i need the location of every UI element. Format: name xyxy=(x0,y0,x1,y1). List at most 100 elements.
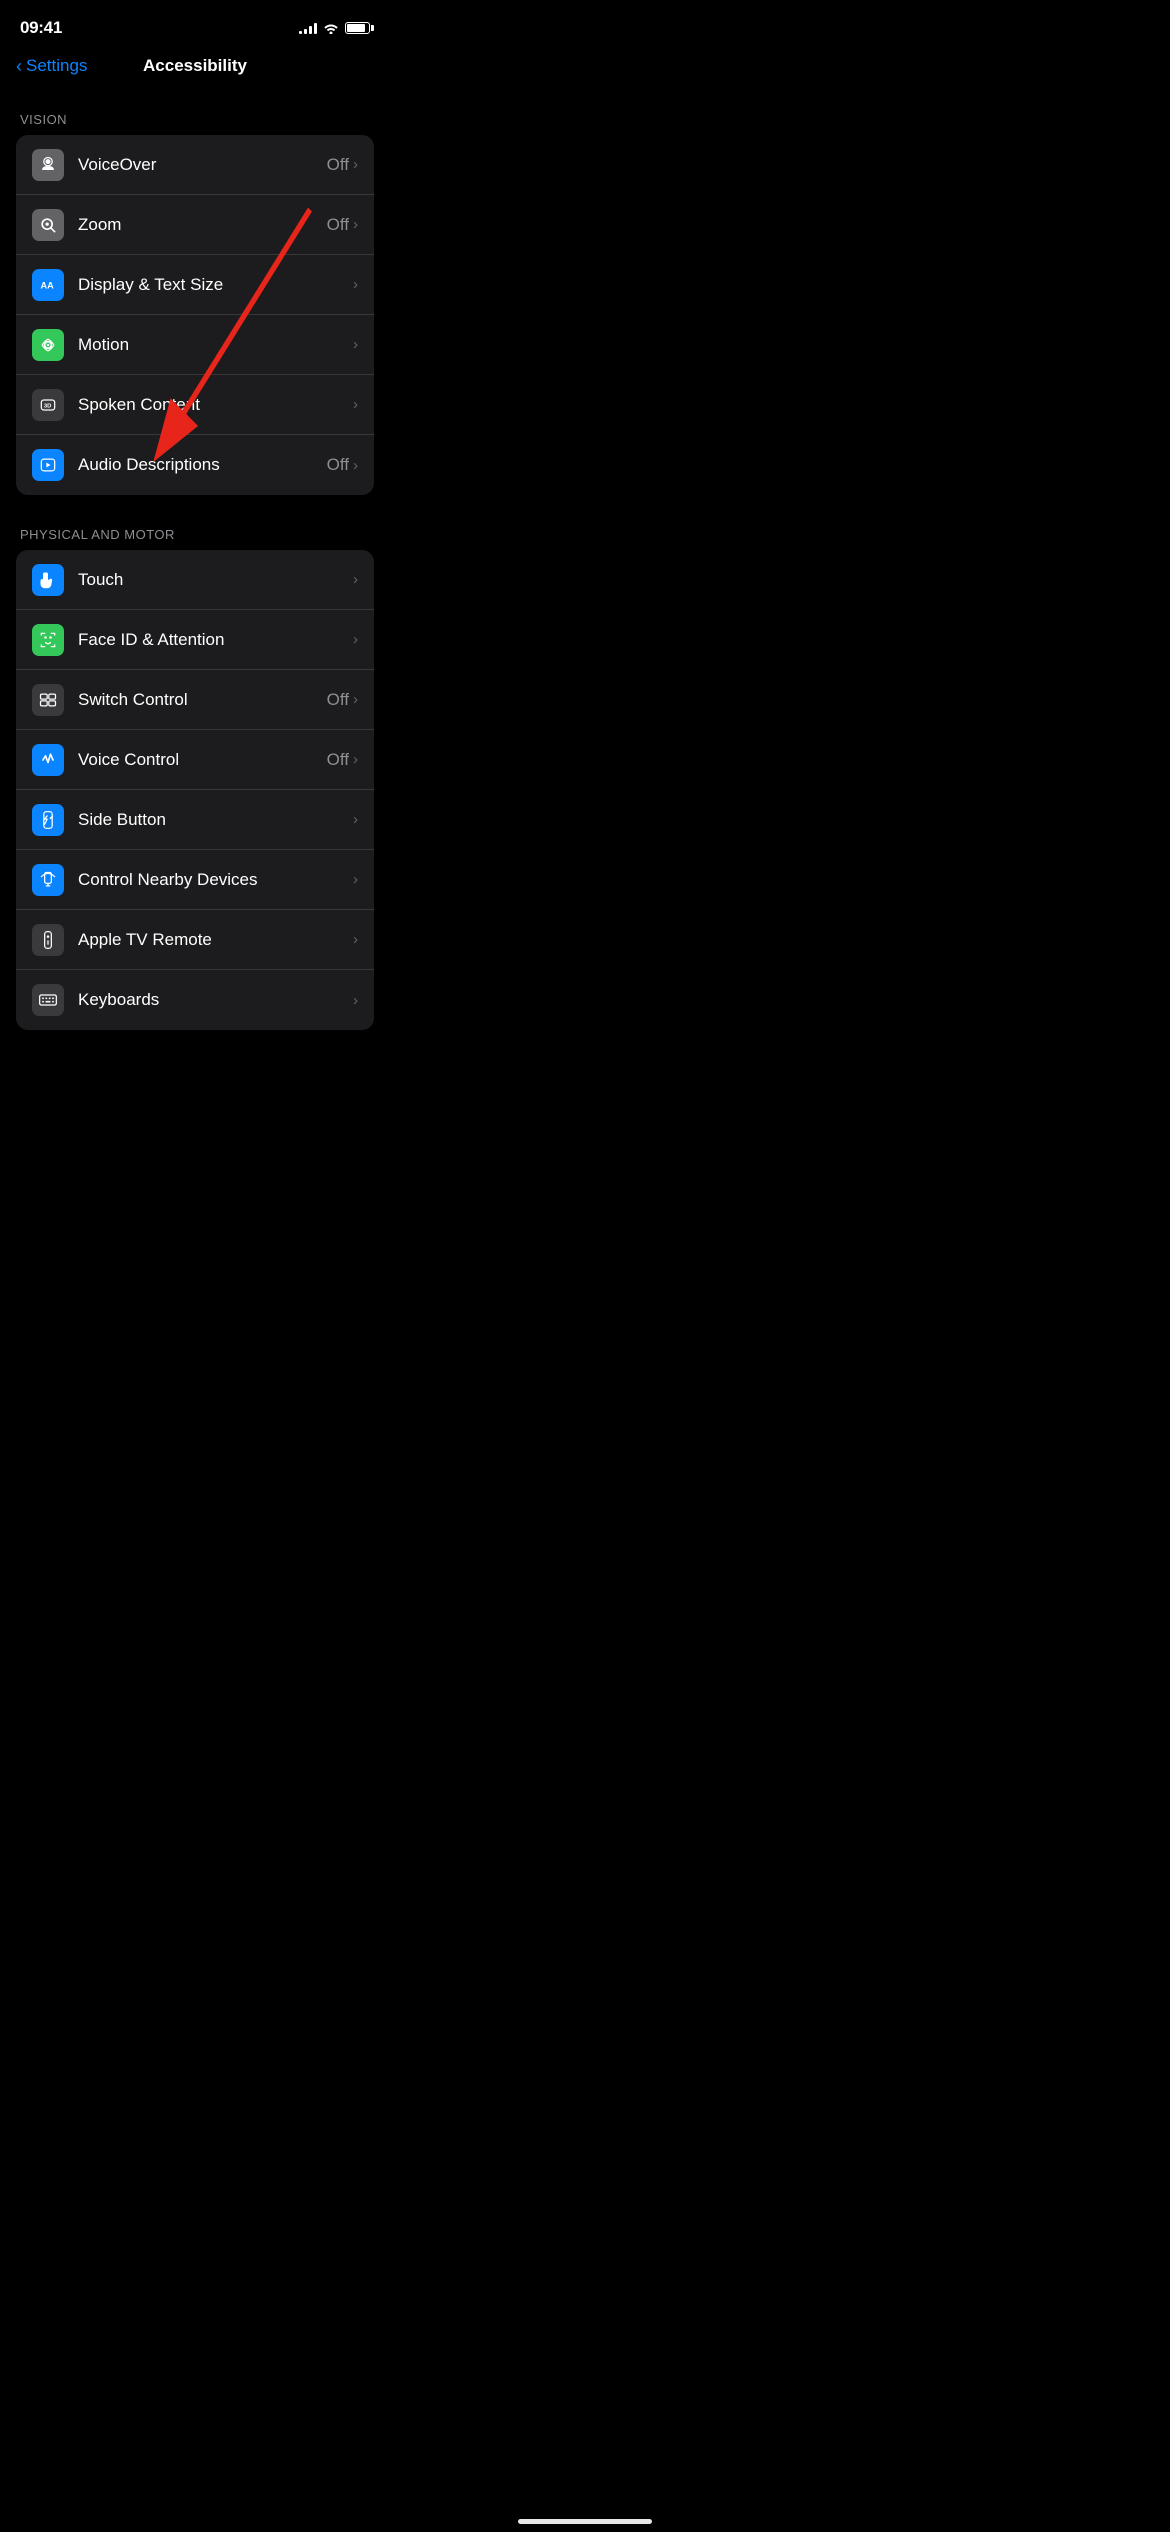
audio-descriptions-label: Audio Descriptions xyxy=(78,455,220,475)
voiceover-content: VoiceOver Off › xyxy=(78,155,358,175)
control-nearby-icon xyxy=(32,864,64,896)
section-label-vision: VISION xyxy=(0,112,390,135)
nav-header: ‹ Settings Accessibility xyxy=(0,48,390,88)
voiceover-value: Off xyxy=(327,155,349,175)
keyboards-right: › xyxy=(353,992,358,1009)
switch-control-icon xyxy=(32,684,64,716)
touch-row[interactable]: Touch › xyxy=(16,550,374,610)
voice-control-right: Off › xyxy=(327,750,358,770)
touch-label: Touch xyxy=(78,570,123,590)
voiceover-icon xyxy=(32,149,64,181)
display-text-right: › xyxy=(353,276,358,293)
audio-descriptions-content: Audio Descriptions Off › xyxy=(78,455,358,475)
home-indicator xyxy=(518,2519,652,2524)
voice-control-row[interactable]: Voice Control Off › xyxy=(16,730,374,790)
control-nearby-label: Control Nearby Devices xyxy=(78,870,258,890)
audio-descriptions-icon xyxy=(32,449,64,481)
apple-tv-remote-right: › xyxy=(353,931,358,948)
apple-tv-remote-icon xyxy=(32,924,64,956)
zoom-value: Off xyxy=(327,215,349,235)
face-id-content: Face ID & Attention › xyxy=(78,630,358,650)
motion-content: Motion › xyxy=(78,335,358,355)
motion-icon xyxy=(32,329,64,361)
keyboards-chevron: › xyxy=(353,992,358,1009)
audio-descriptions-right: Off › xyxy=(327,455,358,475)
motion-label: Motion xyxy=(78,335,129,355)
face-id-right: › xyxy=(353,631,358,648)
spoken-content-label: Spoken Content xyxy=(78,395,200,415)
face-id-label: Face ID & Attention xyxy=(78,630,224,650)
zoom-row[interactable]: Zoom Off › xyxy=(16,195,374,255)
control-nearby-right: › xyxy=(353,871,358,888)
keyboards-content: Keyboards › xyxy=(78,990,358,1010)
audio-descriptions-row[interactable]: Audio Descriptions Off › xyxy=(16,435,374,495)
status-bar: 09:41 xyxy=(0,0,390,48)
voiceover-label: VoiceOver xyxy=(78,155,156,175)
svg-text:3D: 3D xyxy=(44,403,51,409)
voiceover-right: Off › xyxy=(327,155,358,175)
side-button-row[interactable]: Side Button › xyxy=(16,790,374,850)
wifi-icon xyxy=(323,22,339,34)
display-text-chevron: › xyxy=(353,276,358,293)
voice-control-icon xyxy=(32,744,64,776)
apple-tv-remote-content: Apple TV Remote › xyxy=(78,930,358,950)
spoken-content-content: Spoken Content › xyxy=(78,395,358,415)
main-content: VISION VoiceOver Off › xyxy=(0,88,390,1086)
control-nearby-row[interactable]: Control Nearby Devices › xyxy=(16,850,374,910)
switch-control-chevron: › xyxy=(353,691,358,708)
apple-tv-remote-label: Apple TV Remote xyxy=(78,930,212,950)
back-button[interactable]: ‹ Settings xyxy=(16,56,87,77)
face-id-icon xyxy=(32,624,64,656)
motion-row[interactable]: Motion › xyxy=(16,315,374,375)
face-id-row[interactable]: Face ID & Attention › xyxy=(16,610,374,670)
back-chevron-icon: ‹ xyxy=(16,56,22,77)
voice-control-chevron: › xyxy=(353,751,358,768)
touch-icon xyxy=(32,564,64,596)
signal-icon xyxy=(299,22,317,34)
zoom-content: Zoom Off › xyxy=(78,215,358,235)
switch-control-content: Switch Control Off › xyxy=(78,690,358,710)
spoken-content-row[interactable]: 3D Spoken Content › xyxy=(16,375,374,435)
zoom-icon xyxy=(32,209,64,241)
vision-group: VoiceOver Off › Zoom Off › xyxy=(16,135,374,495)
voiceover-row[interactable]: VoiceOver Off › xyxy=(16,135,374,195)
display-text-size-row[interactable]: AA Display & Text Size › xyxy=(16,255,374,315)
battery-icon xyxy=(345,22,370,34)
display-text-icon: AA xyxy=(32,269,64,301)
audio-descriptions-chevron: › xyxy=(353,457,358,474)
side-button-chevron: › xyxy=(353,811,358,828)
display-text-label: Display & Text Size xyxy=(78,275,223,295)
switch-control-row[interactable]: Switch Control Off › xyxy=(16,670,374,730)
display-text-content: Display & Text Size › xyxy=(78,275,358,295)
voice-control-label: Voice Control xyxy=(78,750,179,770)
switch-control-right: Off › xyxy=(327,690,358,710)
back-label: Settings xyxy=(26,56,87,76)
control-nearby-content: Control Nearby Devices › xyxy=(78,870,358,890)
face-id-chevron: › xyxy=(353,631,358,648)
voice-control-content: Voice Control Off › xyxy=(78,750,358,770)
apple-tv-remote-chevron: › xyxy=(353,931,358,948)
section-label-physical: PHYSICAL AND MOTOR xyxy=(0,527,390,550)
switch-control-label: Switch Control xyxy=(78,690,188,710)
voiceover-chevron: › xyxy=(353,156,358,173)
side-button-content: Side Button › xyxy=(78,810,358,830)
physical-motor-group: Touch › Face ID & Attention › xyxy=(16,550,374,1030)
side-button-right: › xyxy=(353,811,358,828)
svg-text:AA: AA xyxy=(41,280,55,290)
page-title: Accessibility xyxy=(143,56,247,76)
spoken-content-right: › xyxy=(353,396,358,413)
side-button-icon xyxy=(32,804,64,836)
switch-control-value: Off xyxy=(327,690,349,710)
touch-chevron: › xyxy=(353,571,358,588)
status-icons xyxy=(299,22,370,34)
keyboards-icon xyxy=(32,984,64,1016)
zoom-right: Off › xyxy=(327,215,358,235)
voice-control-value: Off xyxy=(327,750,349,770)
zoom-label: Zoom xyxy=(78,215,121,235)
apple-tv-remote-row[interactable]: Apple TV Remote › xyxy=(16,910,374,970)
control-nearby-chevron: › xyxy=(353,871,358,888)
keyboards-row[interactable]: Keyboards › xyxy=(16,970,374,1030)
motion-right: › xyxy=(353,336,358,353)
touch-right: › xyxy=(353,571,358,588)
keyboards-label: Keyboards xyxy=(78,990,159,1010)
